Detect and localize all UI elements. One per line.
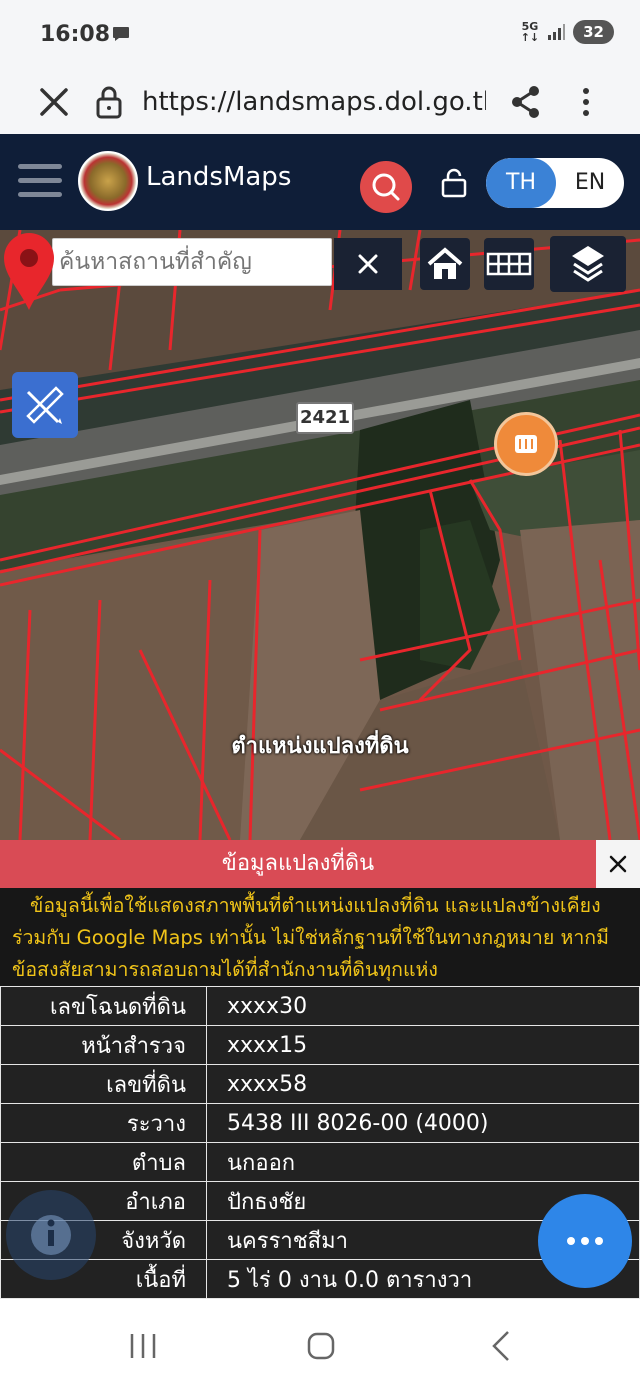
- table-row: เลขโฉนดที่ดิน xxxx30: [0, 986, 640, 1026]
- notice-line: ร่วมกับ Google Maps เท่านั้น ไม่ใช่หลักฐ…: [12, 926, 609, 949]
- row-value: นกออก: [206, 1142, 640, 1182]
- notice-line: ข้อมูลนี้เพื่อใช้แสดงสภาพพื้นที่ตำแหน่งแ…: [30, 894, 601, 917]
- restaurant-glyph: [515, 435, 537, 453]
- url-text[interactable]: https://landsmaps.dol.go.th/#: [142, 82, 486, 122]
- panel-close-button[interactable]: [596, 840, 640, 888]
- dol-logo: [78, 151, 138, 211]
- lang-en-button[interactable]: EN: [556, 158, 624, 208]
- search-button[interactable]: [360, 161, 412, 213]
- browser-url-bar: https://landsmaps.dol.go.th/#: [0, 70, 640, 134]
- parcel-info-header: ข้อมูลแปลงที่ดิน: [0, 840, 640, 888]
- restaurant-icon[interactable]: [494, 412, 558, 476]
- home-icon: [427, 247, 463, 279]
- home-nav-icon[interactable]: [296, 1324, 346, 1368]
- place-search-box[interactable]: [52, 238, 332, 286]
- status-time: 16:08: [40, 22, 111, 47]
- row-label: เลขโฉนดที่ดิน: [0, 986, 207, 1026]
- info-icon: [31, 1215, 71, 1255]
- back-icon[interactable]: [476, 1324, 526, 1368]
- status-indicators: 5G ↑↓ 32: [521, 20, 614, 44]
- search-clear-button[interactable]: [334, 238, 402, 290]
- app-title: LandsMaps: [146, 162, 292, 192]
- table-row: ระวาง 5438 III 8026-00 (4000): [0, 1103, 640, 1143]
- system-nav-bar: [0, 1306, 640, 1386]
- layers-icon: [572, 246, 604, 282]
- network-type: 5G ↑↓: [520, 20, 540, 44]
- road-number-label: 2421: [296, 402, 354, 434]
- grid-icon: [486, 252, 532, 276]
- lock-icon[interactable]: [94, 82, 124, 122]
- close-icon[interactable]: [34, 82, 74, 122]
- status-bar: 16:08 5G ↑↓ 32: [0, 0, 640, 70]
- close-icon: [358, 254, 378, 274]
- place-search-input[interactable]: [53, 239, 331, 285]
- disclaimer-notice: ข้อมูลนี้เพื่อใช้แสดงสภาพพื้นที่ตำแหน่งแ…: [0, 888, 640, 986]
- row-value: xxxx58: [206, 1064, 640, 1104]
- row-label: ตำบล: [0, 1142, 207, 1182]
- info-button[interactable]: [6, 1190, 96, 1280]
- row-label: เลขที่ดิน: [0, 1064, 207, 1104]
- app-header: LandsMaps TH EN: [0, 134, 640, 230]
- panel-title: ข้อมูลแปลงที่ดิน: [221, 851, 375, 876]
- row-value: xxxx15: [206, 1025, 640, 1065]
- close-icon: [609, 855, 627, 873]
- table-row: หน้าสำรวจ xxxx15: [0, 1025, 640, 1065]
- ruler-pencil-icon: [26, 386, 64, 424]
- map-pin-icon[interactable]: [0, 230, 58, 312]
- layers-button[interactable]: [550, 236, 626, 292]
- recent-apps-icon[interactable]: [118, 1324, 168, 1368]
- pin-label: ตำแหน่งแปลงที่ดิน: [231, 734, 409, 759]
- search-icon: [372, 173, 400, 201]
- measure-button[interactable]: [12, 372, 78, 438]
- signal-icon: [548, 24, 566, 40]
- lang-th-button[interactable]: TH: [486, 158, 556, 208]
- table-row: เลขที่ดิน xxxx58: [0, 1064, 640, 1104]
- hamburger-icon[interactable]: [18, 164, 62, 200]
- more-vertical-icon[interactable]: [568, 82, 604, 122]
- share-icon[interactable]: [508, 82, 544, 122]
- table-row: ตำบล นกออก: [0, 1142, 640, 1182]
- home-button[interactable]: [420, 238, 470, 290]
- battery-indicator: 32: [573, 20, 614, 44]
- language-toggle[interactable]: TH EN: [486, 158, 624, 208]
- row-label: ระวาง: [0, 1103, 207, 1143]
- notice-line: ข้อสงสัยสามารถสอบถามได้ที่สำนักงานที่ดิน…: [12, 958, 438, 981]
- message-icon: [113, 27, 129, 41]
- more-horizontal-icon: [567, 1237, 603, 1245]
- row-value: xxxx30: [206, 986, 640, 1026]
- lock-icon[interactable]: [440, 167, 468, 199]
- row-value: 5438 III 8026-00 (4000): [206, 1103, 640, 1143]
- map-view[interactable]: 2421 ตำแหน่งแปลงที่ดิน: [0, 230, 640, 840]
- row-label: หน้าสำรวจ: [0, 1025, 207, 1065]
- more-options-button[interactable]: [538, 1194, 632, 1288]
- grid-button[interactable]: [484, 238, 534, 290]
